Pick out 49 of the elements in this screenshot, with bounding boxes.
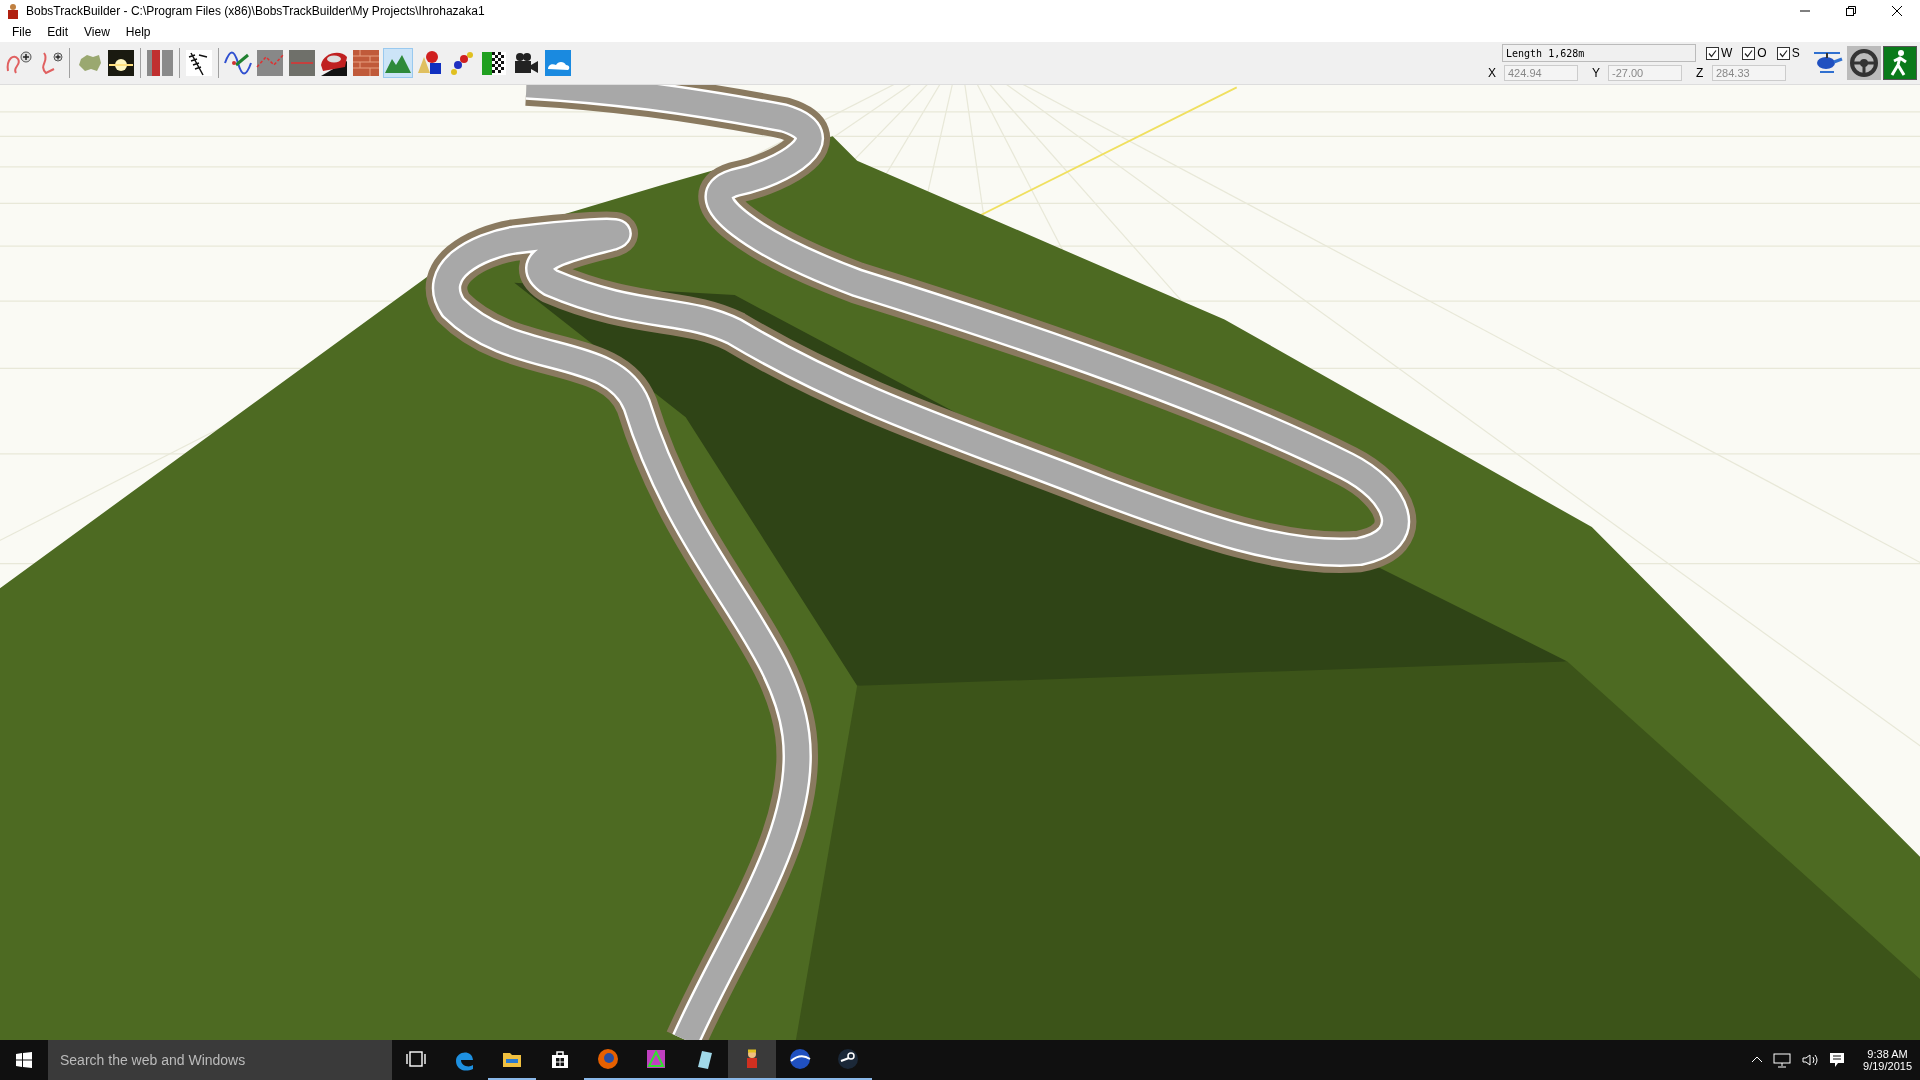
coordinate-label: Z (1696, 66, 1705, 80)
bricks-icon (352, 49, 380, 77)
flag-icon (480, 49, 508, 77)
checkbox[interactable] (1706, 46, 1719, 60)
menu-item[interactable]: Edit (39, 23, 77, 41)
triangle-app-icon (644, 1047, 668, 1071)
menu-item[interactable]: View (76, 23, 118, 41)
checkbox-label: S (1791, 46, 1800, 60)
coordinate-label: X (1488, 66, 1497, 80)
steam-icon (836, 1047, 860, 1071)
coordinate-field: 424.94 (1504, 65, 1578, 81)
checkbox[interactable] (1742, 46, 1756, 60)
toolbar-button[interactable] (106, 48, 136, 78)
length-display: Length 1,628m (1502, 44, 1696, 62)
coordinate-label: Y (1592, 66, 1601, 80)
window-title: BobsTrackBuilder - C:\Program Files (x86)\BobsTrackBuilder\My Projects\Ihrohazaka1 (26, 4, 486, 18)
toolbar-button[interactable] (184, 48, 214, 78)
windows-logo-icon (16, 1052, 32, 1068)
notifications-icon[interactable] (1829, 1052, 1846, 1068)
fence-icon (185, 49, 213, 77)
taskbar-button[interactable] (728, 1040, 776, 1080)
volume-icon[interactable] (1801, 1052, 1820, 1068)
shapes-icon (416, 49, 444, 77)
steering-wheel-icon (1848, 47, 1880, 79)
coordinate-field: -27.00 (1608, 65, 1682, 81)
wall-icon (146, 49, 174, 77)
globe-icon (788, 1047, 812, 1071)
view-mode-button[interactable] (1847, 46, 1881, 80)
coordinate-field: 284.33 (1712, 65, 1786, 81)
clock-time[interactable]: 9:38 AM (1867, 1048, 1908, 1060)
sun-icon (107, 49, 135, 77)
search-field[interactable]: Search the web and Windows (48, 1040, 392, 1080)
checkbox-label: O (1757, 46, 1767, 60)
road-width-icon (288, 49, 316, 77)
close-icon (1891, 5, 1903, 17)
cloud-icon (544, 49, 572, 77)
menu-item[interactable]: Help (117, 23, 159, 41)
menu-item[interactable]: File (4, 23, 40, 41)
restore-icon (1845, 5, 1857, 17)
clock-date[interactable]: 9/19/2015 (1863, 1060, 1912, 1072)
curve-icon (224, 49, 252, 77)
fox-globe-icon (596, 1047, 620, 1071)
network-icon[interactable] (1773, 1052, 1792, 1068)
app-figure-icon (6, 3, 20, 19)
view-mode-button[interactable] (1883, 46, 1917, 80)
checkbox[interactable] (1776, 46, 1790, 60)
checkbox-label: W (1721, 46, 1733, 60)
road-points-icon (256, 49, 284, 77)
joints-icon (448, 49, 476, 77)
